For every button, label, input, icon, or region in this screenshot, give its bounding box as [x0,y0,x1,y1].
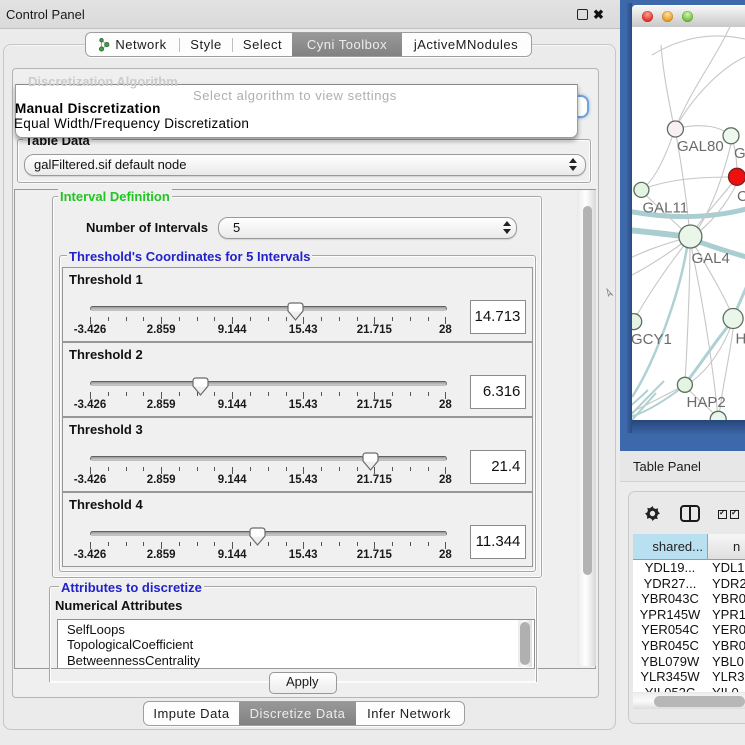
svg-text:GAL4: GAL4 [692,250,730,267]
svg-text:HAP2: HAP2 [687,394,726,411]
svg-text:H: H [736,331,745,348]
svg-text:GCY1: GCY1 [632,331,672,348]
svg-text:C: C [737,188,745,205]
svg-text:GAL80: GAL80 [677,138,724,155]
svg-text:GAL11: GAL11 [643,200,689,217]
svg-text:GA: GA [734,145,745,162]
